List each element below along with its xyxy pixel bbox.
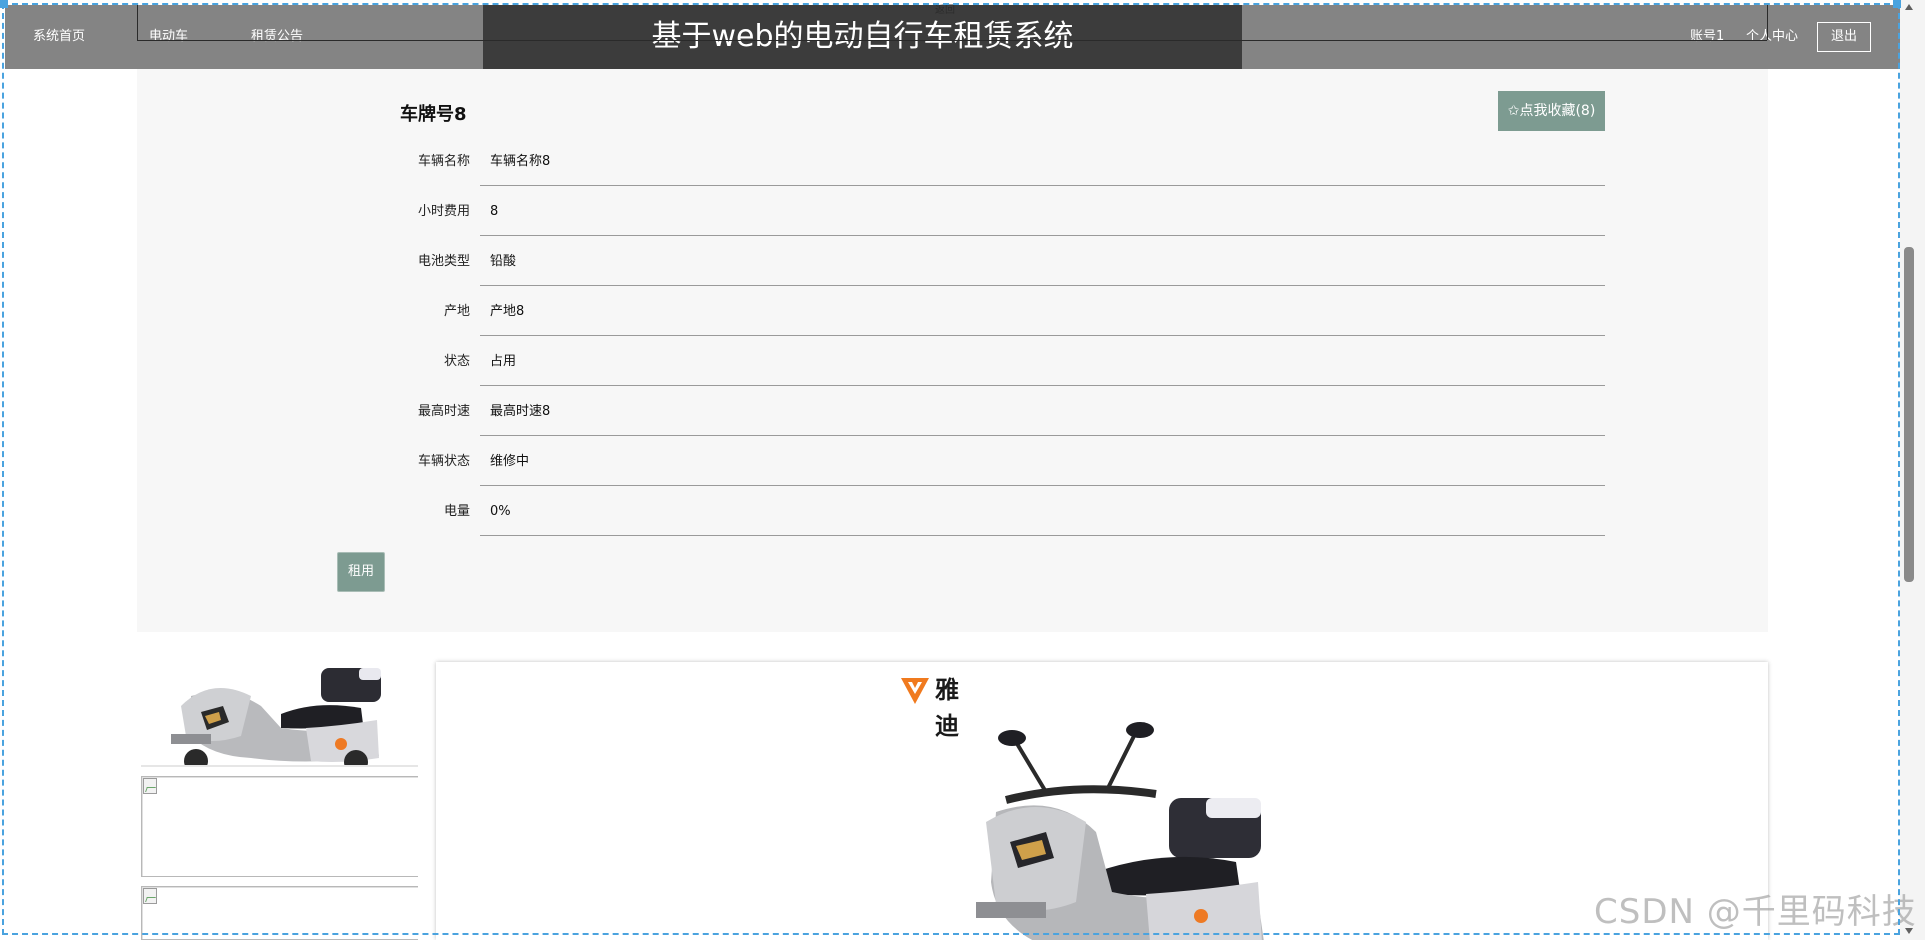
gallery-thumbnail-1[interactable] — [141, 666, 418, 767]
scroll-up-arrow-icon[interactable] — [1905, 4, 1913, 10]
nav-home-link[interactable]: 系统首页 — [33, 5, 85, 69]
field-value: 0% — [480, 487, 1605, 536]
field-row-vehicle-name: 车辆名称 车辆名称8 — [400, 137, 1605, 187]
field-row-max-speed: 最高时速 最高时速8 — [400, 387, 1605, 437]
favorite-button[interactable]: ✩点我收藏(8) — [1498, 91, 1605, 131]
account-link[interactable]: 账号1 — [1690, 5, 1724, 69]
nav-notice-link[interactable]: 租赁公告 — [251, 5, 303, 69]
field-label: 车辆名称 — [417, 154, 470, 169]
field-value: 占用 — [480, 337, 1605, 386]
scooter-image — [976, 722, 1264, 940]
field-row-battery-type: 电池类型 铅酸 — [400, 237, 1605, 287]
rent-button[interactable]: 租用 — [337, 552, 385, 592]
field-value: 8 — [480, 187, 1605, 236]
selection-corner-marker — [0, 0, 8, 8]
personal-center-link[interactable]: 个人中心 — [1746, 5, 1798, 69]
site-title: 基于web的电动自行车租赁系统 — [483, 5, 1242, 69]
vertical-scrollbar-thumb[interactable] — [1904, 247, 1914, 582]
nav-ebike-link[interactable]: 电动车 — [149, 5, 188, 69]
field-row-hourly-fee: 小时费用 8 — [400, 187, 1605, 237]
selection-corner-marker — [1893, 0, 1901, 8]
field-label: 小时费用 — [417, 204, 470, 219]
field-label: 电量 — [443, 504, 470, 519]
broken-image-icon — [143, 778, 157, 794]
watermark: CSDN @千里码科技 — [1594, 892, 1917, 932]
field-row-origin: 产地 产地8 — [400, 287, 1605, 337]
yadea-logo-icon — [901, 678, 929, 704]
field-label: 电池类型 — [417, 254, 470, 269]
overlay-frame-line-bottom — [137, 40, 1767, 41]
gallery-thumbnail-3[interactable] — [141, 886, 418, 940]
field-label: 车辆状态 — [417, 454, 470, 469]
field-label: 产地 — [443, 304, 470, 319]
field-row-battery-level: 电量 0% — [400, 487, 1605, 537]
field-label: 状态 — [443, 354, 470, 369]
field-value: 最高时速8 — [480, 387, 1605, 436]
page: 系统首页 电动车 租赁公告 基于web的电动自行车租赁系统 账号1 个人中心 退… — [0, 0, 1925, 940]
field-value: 车辆名称8 — [480, 137, 1605, 186]
overlay-frame-line-left — [137, 5, 138, 40]
field-row-vehicle-status: 车辆状态 维修中 — [400, 437, 1605, 487]
field-value: 铅酸 — [480, 237, 1605, 286]
logout-button[interactable]: 退出 — [1817, 22, 1871, 52]
return-link[interactable]: 返回 — [935, 1, 955, 16]
gallery-thumbnail-2[interactable] — [141, 776, 418, 877]
scooter-thumbnail-image — [141, 666, 418, 765]
field-value: 产地8 — [480, 287, 1605, 336]
broken-image-icon — [143, 888, 157, 904]
overlay-frame-line-right — [1767, 5, 1768, 40]
field-label: 最高时速 — [417, 404, 470, 419]
plate-number-title: 车牌号8 — [400, 104, 467, 125]
field-row-status: 状态 占用 — [400, 337, 1605, 387]
main-product-image: 雅迪 — [436, 662, 1768, 940]
field-value: 维修中 — [480, 437, 1605, 486]
